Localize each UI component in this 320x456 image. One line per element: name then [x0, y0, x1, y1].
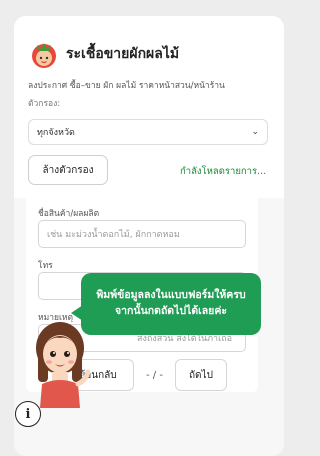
guide-tooltip: พิมพ์ข้อมูลลงในแบบฟอร์มให้ครบ จากนั้นกดถ…: [71, 273, 261, 335]
province-select[interactable]: ทุกจังหวัด ⌄: [28, 119, 268, 145]
page-title: ระเชื้อขายผักผลไม้: [66, 46, 180, 62]
info-icon[interactable]: i: [15, 401, 41, 427]
header-card: ระเชื้อขายผักผลไม้ ลงประกาศ ซื้อ–ขาย ผัก…: [14, 16, 284, 198]
title-row: ระเชื้อขายผักผลไม้: [28, 38, 179, 70]
tooltip-line-1: พิมพ์ข้อมูลลงในแบบฟอร์มให้ครบ: [96, 289, 246, 301]
next-button[interactable]: ถัดไป: [174, 359, 227, 391]
page-subtitle: ลงประกาศ ซื้อ–ขาย ผัก ผลไม้ ราคาหน้าสวน/…: [28, 81, 225, 91]
page-indicator: - / -: [146, 369, 163, 381]
tomato-mascot-icon: [28, 38, 60, 70]
tooltip-line-2: จากนั้นกดถัดไปได้เลยค่ะ: [115, 305, 227, 317]
province-select-value: ทุกจังหวัด: [37, 128, 75, 138]
chevron-down-icon: ⌄: [251, 127, 259, 137]
product-placeholder: เช่น มะม่วงน้ำดอกไม้, ผักกาดหอม: [47, 230, 180, 240]
loading-status: กำลังโหลดรายการ...: [180, 166, 267, 177]
filter-label: ตัวกรอง:: [28, 99, 61, 109]
girl-mascot-icon: [30, 318, 91, 408]
product-input[interactable]: เช่น มะม่วงน้ำดอกไม้, ผักกาดหอม: [38, 220, 246, 248]
product-label: ชื่อสินค้า/ผลผลิต: [38, 209, 100, 219]
phone-label: โทร: [38, 261, 53, 271]
clear-filter-button[interactable]: ล้างตัวกรอง: [28, 155, 108, 185]
